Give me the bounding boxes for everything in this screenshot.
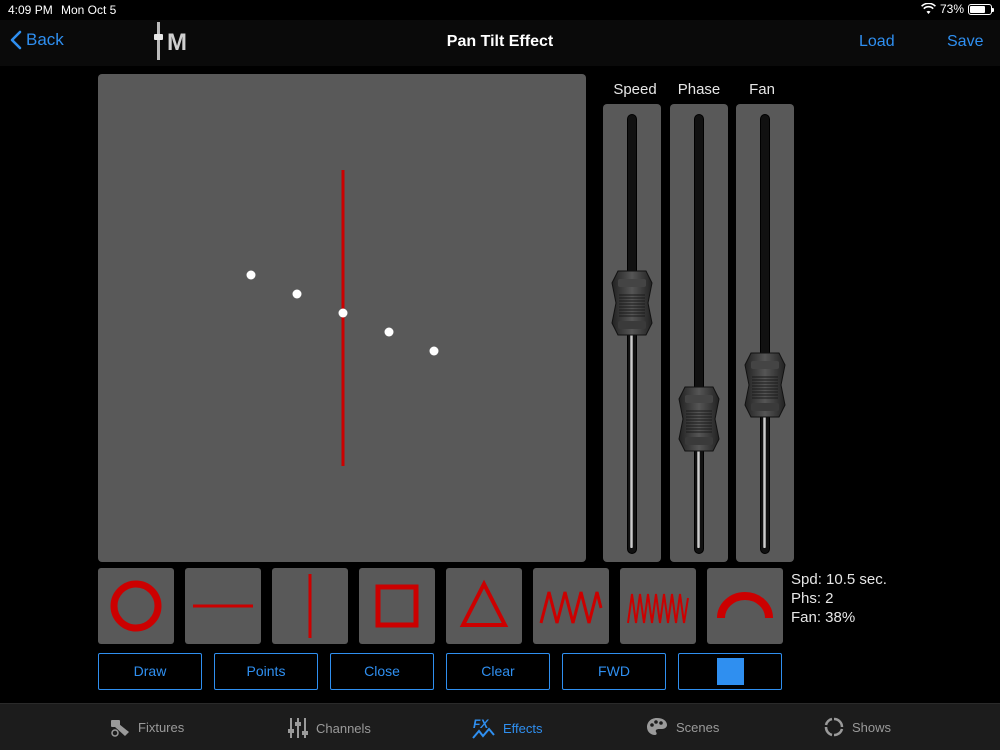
triangle-shape-button[interactable] [446, 568, 522, 644]
square-shape-icon [375, 584, 419, 628]
phase-fader[interactable] [670, 104, 728, 562]
speed-readout: Spd: 10.5 sec. [791, 571, 887, 588]
dense-zigzag-shape-icon [627, 593, 689, 624]
nav-bar: Back M Pan Tilt Effect Load Save [0, 20, 1000, 66]
arc-shape-button[interactable] [707, 568, 783, 644]
tab-label: Effects [503, 720, 543, 736]
fan-fader[interactable] [736, 104, 794, 562]
points-button[interactable]: Points [214, 653, 318, 690]
phase-readout: Phs: 2 [791, 590, 834, 607]
tab-label: Channels [316, 720, 371, 736]
fixtures-icon [111, 720, 129, 737]
fan-fader-label: Fan [749, 81, 775, 98]
dense-zigzag-shape-button[interactable] [620, 568, 696, 644]
square-shape-button[interactable] [359, 568, 435, 644]
arc-shape-icon [717, 592, 773, 619]
speed-fader-label: Speed [613, 81, 657, 98]
speed-fader[interactable] [603, 104, 661, 562]
clear-button[interactable]: Clear [446, 653, 550, 690]
tab-bar: Fixtures Channels FX Effects Scenes Show… [0, 703, 1000, 750]
phase-fader-label: Phase [677, 81, 721, 98]
horizontal-line-shape-button[interactable] [185, 568, 261, 644]
channels-icon [288, 718, 308, 738]
circle-shape-button[interactable] [98, 568, 174, 644]
fan-readout: Fan: 38% [791, 609, 856, 626]
fader-knob[interactable] [677, 385, 721, 453]
shows-icon [824, 717, 844, 737]
tab-label: Fixtures [138, 719, 185, 735]
fixture-point[interactable] [292, 289, 302, 299]
vertical-line-shape-button[interactable] [272, 568, 348, 644]
status-time: 4:09 PM [8, 3, 53, 17]
tab-effects[interactable]: FX Effects [472, 716, 543, 740]
fx-icon: FX [472, 717, 495, 739]
fixture-point[interactable] [384, 327, 394, 337]
save-button[interactable]: Save [947, 33, 983, 51]
fader-knob[interactable] [743, 351, 787, 419]
status-right: 73% [921, 2, 994, 16]
status-bar: 4:09 PM Mon Oct 5 73% [0, 0, 1000, 20]
load-button[interactable]: Load [859, 33, 895, 51]
horizontal-line-shape-icon [193, 604, 253, 608]
close-button[interactable]: Close [330, 653, 434, 690]
tab-label: Scenes [676, 719, 720, 735]
palette-icon [647, 718, 667, 735]
zigzag-shape-button[interactable] [533, 568, 609, 644]
status-date: Mon Oct 5 [61, 3, 117, 17]
vertical-line-shape-icon [308, 574, 312, 638]
battery-icon [968, 3, 994, 15]
wifi-icon [921, 3, 936, 14]
fixture-point[interactable] [246, 270, 256, 280]
page-title: Pan Tilt Effect [446, 33, 554, 50]
zigzag-shape-icon [539, 591, 603, 624]
fixture-point[interactable] [429, 346, 439, 356]
circle-shape-icon [110, 580, 162, 632]
fixture-point[interactable] [338, 308, 348, 318]
tab-scenes[interactable]: Scenes [645, 716, 719, 738]
direction-button[interactable]: FWD [562, 653, 666, 690]
pan-tilt-pad[interactable] [98, 74, 586, 562]
tab-shows[interactable]: Shows [823, 716, 891, 738]
tab-fixtures[interactable]: Fixtures [109, 716, 184, 738]
stop-button[interactable] [678, 653, 782, 690]
svg-text:FX: FX [473, 717, 489, 731]
triangle-shape-icon [459, 579, 509, 627]
battery-percent: 73% [939, 2, 964, 16]
stop-icon [717, 658, 744, 685]
fader-fill [630, 302, 633, 548]
fader-knob[interactable] [610, 269, 654, 337]
draw-button[interactable]: Draw [98, 653, 202, 690]
effect-info: Spd: 10.5 sec. Phs: 2 Fan: 38% [791, 570, 887, 627]
tab-label: Shows [852, 719, 892, 735]
tab-channels[interactable]: Channels [287, 716, 371, 740]
